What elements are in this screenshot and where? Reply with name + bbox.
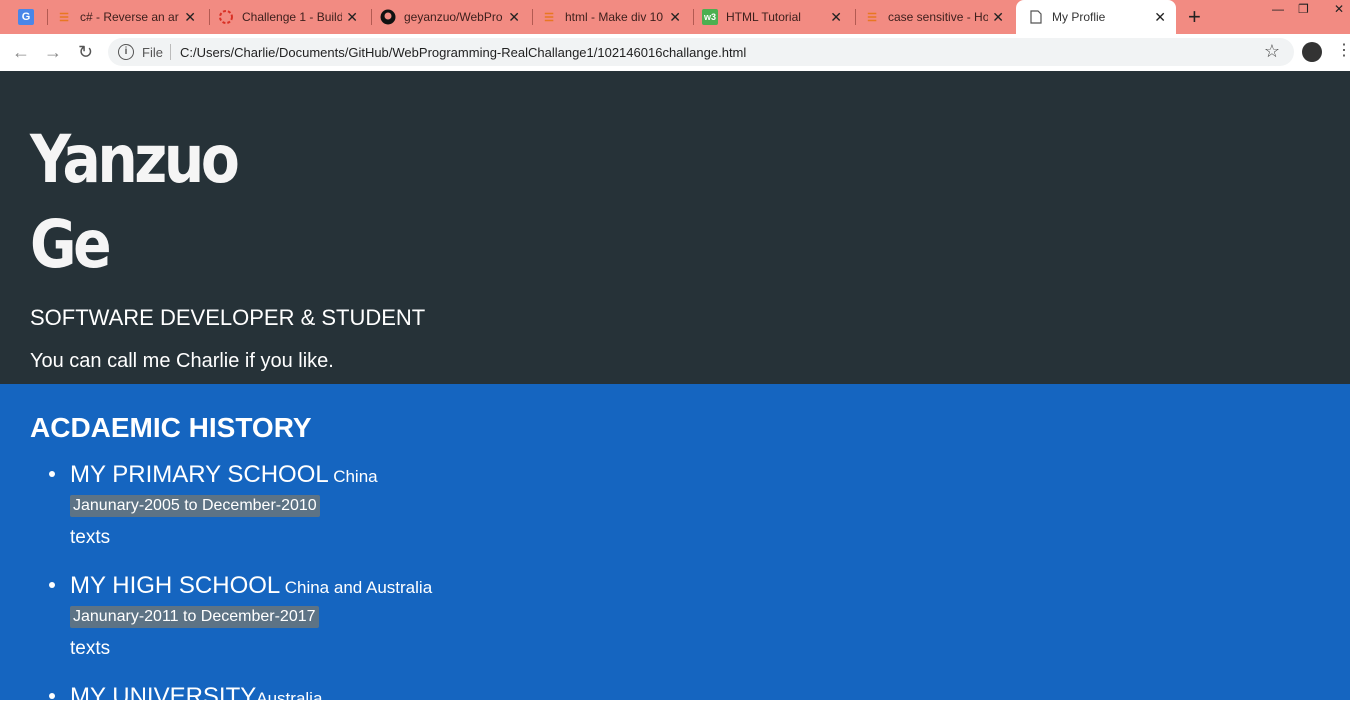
list-item: MY UNIVERSITYAustralia	[49, 683, 323, 711]
profile-header: Yanzuo Ge SOFTWARE DEVELOPER & STUDENT Y…	[0, 71, 1350, 384]
reload-icon[interactable]: ↻	[78, 42, 93, 62]
profile-nickname: You can call me Charlie if you like.	[30, 350, 334, 372]
bullet-icon	[49, 471, 55, 477]
scheme-label: File	[142, 45, 163, 60]
tab-make-div[interactable]: ☰ html - Make div 10 ✕	[541, 0, 691, 34]
school-description: texts	[70, 638, 111, 659]
tab-case-sensitive[interactable]: ☰ case sensitive - Ho ✕	[864, 0, 1014, 34]
new-tab-icon[interactable]: +	[1188, 6, 1201, 28]
school-name: MY UNIVERSITY	[70, 683, 257, 710]
tab-challenge[interactable]: Challenge 1 - Build ✕	[218, 0, 368, 34]
list-item: MY HIGH SCHOOL China and Australia Janun…	[49, 572, 433, 660]
list-item: MY PRIMARY SCHOOL China Janunary-2005 to…	[49, 461, 378, 549]
tab-html-tutorial[interactable]: w3 HTML Tutorial ✕	[702, 0, 852, 34]
w3schools-icon: w3	[702, 9, 718, 25]
school-location: China	[333, 467, 378, 486]
github-icon	[380, 9, 396, 25]
academic-history-section: ACDAEMIC HISTORY MY PRIMARY SCHOOL China…	[0, 384, 1350, 710]
profile-avatar[interactable]	[1302, 42, 1322, 62]
section-title: ACDAEMIC HISTORY	[30, 412, 312, 443]
address-bar[interactable]: i File C:/Users/Charlie/Documents/GitHub…	[108, 38, 1294, 66]
tab-reverse-array[interactable]: ☰ c# - Reverse an ar ✕	[56, 0, 206, 34]
google-translate-icon: G	[18, 9, 34, 25]
document-icon	[1028, 9, 1044, 25]
school-name: MY HIGH SCHOOL	[70, 572, 281, 599]
restore-icon[interactable]: ❐	[1298, 2, 1309, 16]
minimize-icon[interactable]: —	[1272, 2, 1284, 16]
close-window-icon[interactable]: ✕	[1334, 2, 1344, 16]
stackoverflow-icon: ☰	[867, 11, 877, 24]
tab-my-profile[interactable]: My Proflie ✕	[1016, 0, 1176, 34]
bookmark-star-icon[interactable]: ☆	[1264, 41, 1280, 62]
school-name: MY PRIMARY SCHOOL	[70, 461, 329, 488]
school-description: texts	[70, 527, 111, 548]
stackoverflow-icon: ☰	[59, 11, 69, 24]
school-location: China and Australia	[284, 578, 433, 597]
profile-name: Yanzuo Ge	[30, 117, 240, 287]
date-range-badge: Janunary-2005 to December-2010	[70, 495, 320, 517]
last-name: Ge	[30, 206, 112, 283]
tab-github[interactable]: geyanzuo/WebPro ✕	[380, 0, 530, 34]
browser-toolbar: ← → ↻ i File C:/Users/Charlie/Documents/…	[0, 34, 1350, 72]
close-tab-icon[interactable]: ✕	[669, 9, 681, 25]
first-name: Yanzuo	[30, 121, 240, 198]
forward-icon[interactable]: →	[44, 42, 62, 62]
back-icon[interactable]: ←	[12, 42, 30, 62]
menu-icon[interactable]: ⋮	[1336, 42, 1350, 60]
loading-icon	[218, 9, 234, 25]
close-tab-icon[interactable]: ✕	[992, 9, 1004, 25]
info-icon[interactable]: i	[118, 44, 134, 60]
close-tab-icon[interactable]: ✕	[508, 9, 520, 25]
tab-google-translate[interactable]: G	[10, 0, 46, 34]
close-tab-icon[interactable]: ✕	[346, 9, 358, 25]
school-location: Australia	[256, 689, 323, 708]
tab-strip: G ☰ c# - Reverse an ar ✕ Challenge 1 - B…	[0, 0, 1350, 34]
url-text[interactable]: C:/Users/Charlie/Documents/GitHub/WebPro…	[180, 45, 746, 60]
bullet-icon	[49, 693, 55, 699]
date-range-badge: Janunary-2011 to December-2017	[70, 606, 319, 628]
close-tab-icon[interactable]: ✕	[184, 9, 196, 25]
profile-role: SOFTWARE DEVELOPER & STUDENT	[30, 305, 426, 330]
close-tab-icon[interactable]: ✕	[1154, 9, 1166, 25]
stackoverflow-icon: ☰	[544, 11, 554, 24]
bullet-icon	[49, 582, 55, 588]
close-tab-icon[interactable]: ✕	[830, 9, 842, 25]
